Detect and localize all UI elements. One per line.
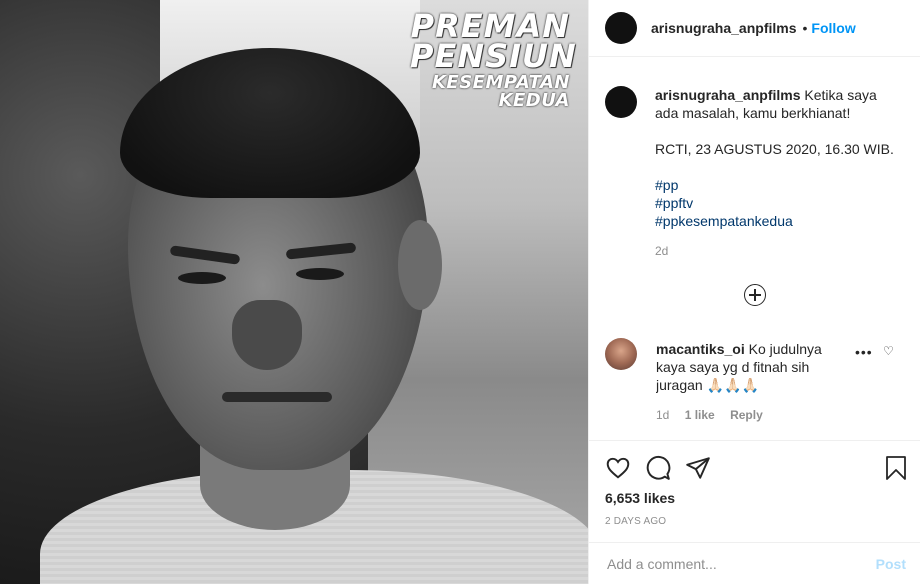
comment-like-heart-icon[interactable]: ♡ — [883, 344, 894, 358]
photo-ear — [398, 220, 442, 310]
caption-author-avatar[interactable] — [605, 86, 637, 118]
caption-body: arisnugraha_anpfilms Ketika saya ada mas… — [655, 86, 895, 260]
caption-schedule: RCTI, 23 AGUSTUS 2020, 16.30 WIB. — [655, 141, 894, 157]
show-title-logo: PREMAN PENSIUN KESEMPATAN KEDUA — [410, 10, 577, 111]
title-line-3: KESEMPATAN KEDUA — [431, 72, 570, 111]
follow-button[interactable]: Follow — [811, 20, 855, 36]
title-line-2: PENSIUN — [410, 37, 577, 75]
heart-icon[interactable] — [605, 455, 631, 481]
hashtag-link[interactable]: #pp — [655, 176, 895, 194]
author-avatar[interactable] — [605, 12, 637, 44]
photo-mouth — [222, 392, 332, 402]
photo-nose — [232, 300, 302, 370]
commenter-avatar[interactable] — [605, 338, 637, 370]
commenter-username[interactable]: macantiks_oi — [656, 341, 745, 357]
caption-username[interactable]: arisnugraha_anpfilms — [655, 87, 801, 103]
photo-eye-right — [296, 268, 344, 280]
comment-reply-button[interactable]: Reply — [730, 408, 763, 422]
comment-icon[interactable] — [645, 455, 671, 481]
header-separator: • — [802, 20, 808, 36]
comment-input[interactable] — [605, 554, 876, 573]
instagram-post-modal: PREMAN PENSIUN KESEMPATAN KEDUA arisnugr… — [0, 0, 920, 584]
bookmark-icon[interactable] — [884, 455, 908, 481]
photo-eye-left — [178, 272, 226, 284]
author-username[interactable]: arisnugraha_anpfilms — [651, 20, 797, 36]
post-photo[interactable]: PREMAN PENSIUN KESEMPATAN KEDUA — [0, 0, 588, 584]
load-more-comments-icon[interactable] — [744, 284, 766, 306]
caption: arisnugraha_anpfilms Ketika saya ada mas… — [605, 86, 908, 260]
comment-body: macantiks_oi Ko judulnya kaya saya yg d … — [656, 340, 841, 396]
comment-time[interactable]: 1d — [656, 408, 669, 422]
post-date[interactable]: 2 DAYS AGO — [605, 516, 666, 527]
caption-time[interactable]: 2d — [655, 242, 895, 260]
share-icon[interactable] — [685, 455, 711, 481]
hashtag-link[interactable]: #ppftv — [655, 194, 895, 212]
post-actions: 6,653 likes 2 DAYS AGO — [589, 440, 920, 527]
comment-meta: 1d 1 like Reply — [656, 408, 775, 422]
post-header: arisnugraha_anpfilms • Follow — [589, 0, 920, 57]
post-side-panel: arisnugraha_anpfilms • Follow arisnugrah… — [588, 0, 920, 584]
hashtag-link[interactable]: #ppkesempatankedua — [655, 212, 895, 230]
like-count[interactable]: 6,653 likes — [605, 490, 675, 506]
add-comment-bar: Post — [589, 542, 920, 584]
comment-like-count[interactable]: 1 like — [685, 408, 715, 422]
post-comment-button[interactable]: Post — [876, 556, 906, 572]
comment-options-icon[interactable]: ••• — [855, 344, 873, 360]
